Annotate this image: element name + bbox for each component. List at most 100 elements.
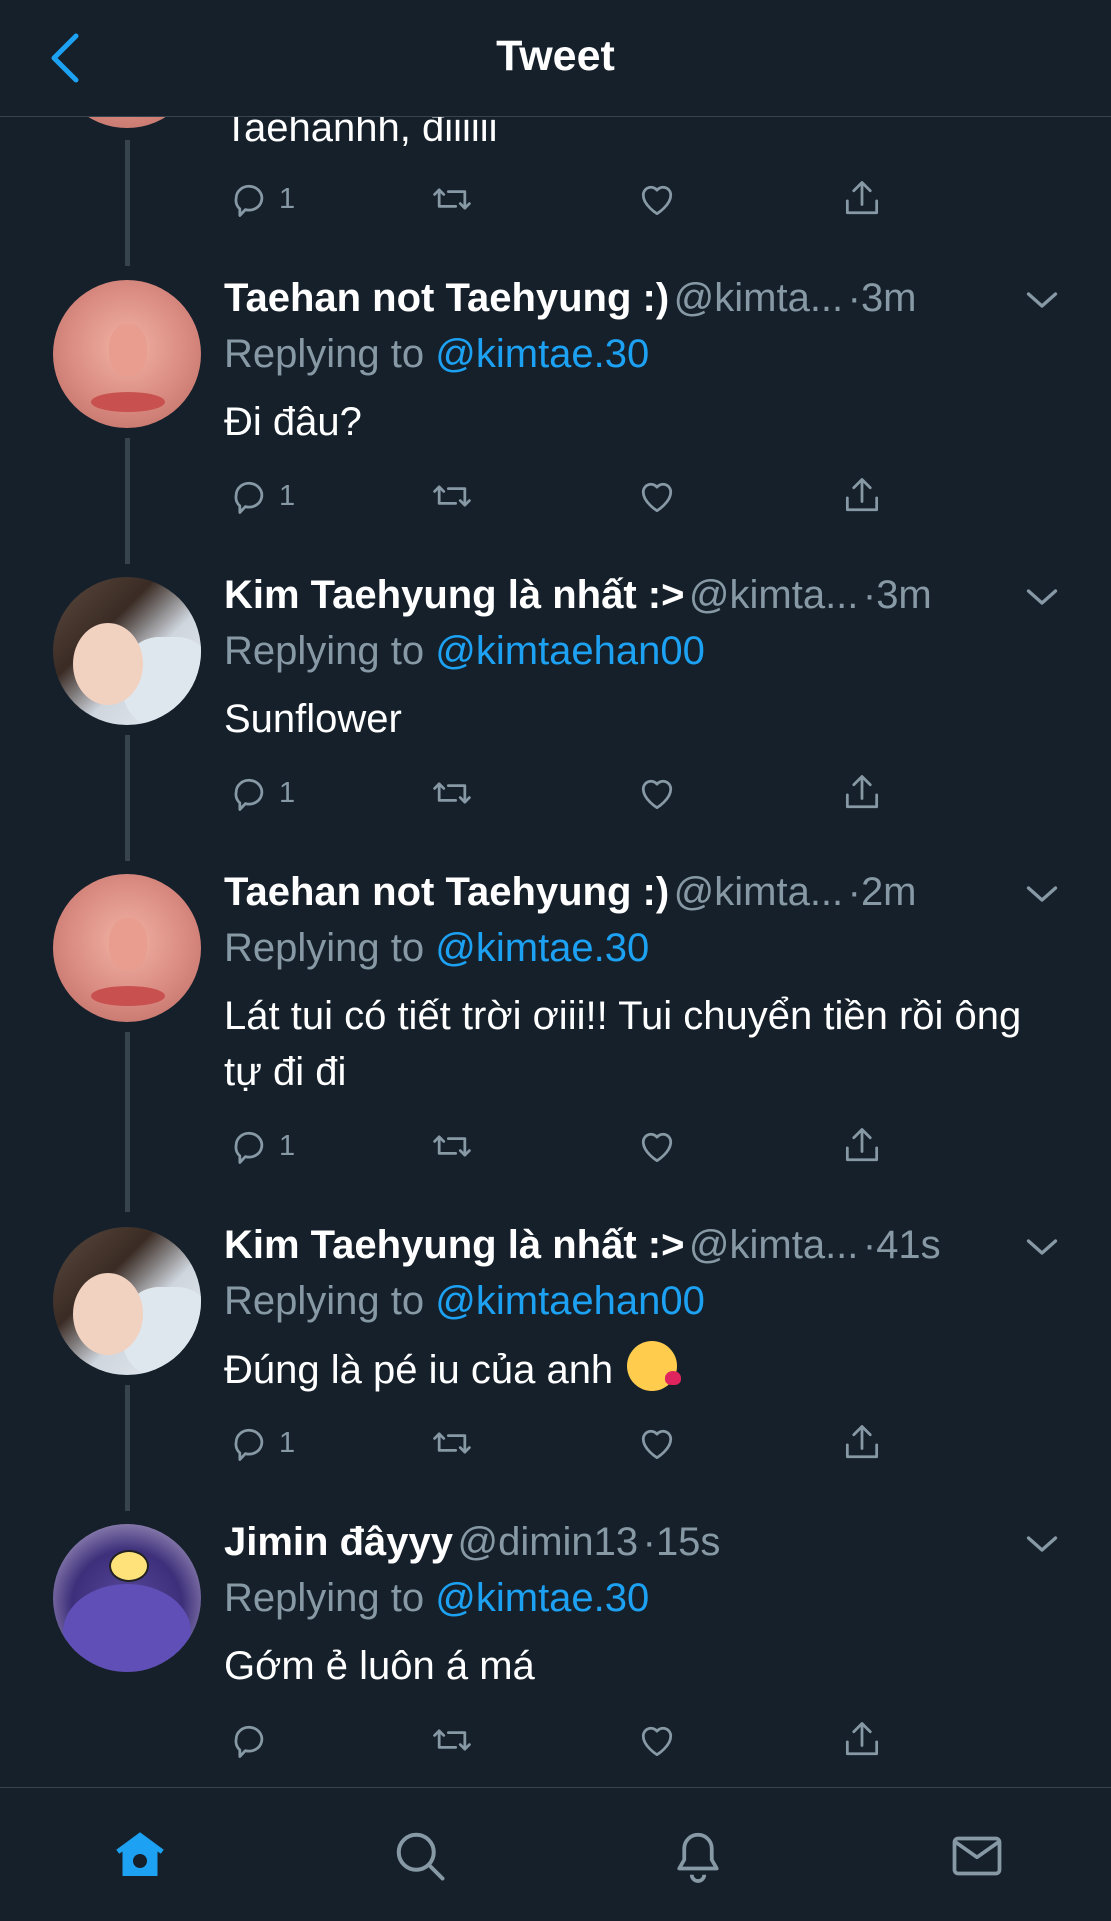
avatar[interactable] (53, 577, 201, 725)
reply-icon (227, 1124, 271, 1168)
mail-icon (952, 1836, 1002, 1876)
like-button[interactable] (635, 1122, 679, 1170)
share-button[interactable] (840, 175, 884, 223)
separator-dot: · (847, 276, 861, 320)
retweet-icon (430, 771, 474, 815)
reply-button[interactable]: 1 (227, 769, 295, 817)
share-button[interactable] (840, 769, 884, 817)
top-navigation-bar: Tweet (0, 0, 1111, 117)
share-icon (840, 177, 884, 221)
thread-connector (125, 140, 130, 266)
reply-count: 1 (279, 182, 296, 215)
bottom-tab-bar (0, 1787, 1111, 1921)
avatar[interactable] (53, 1227, 201, 1375)
reply-count: 1 (279, 1426, 296, 1459)
replying-to-link[interactable]: @kimtae.30 (435, 926, 649, 970)
username[interactable]: @kimta... (674, 870, 844, 914)
reply-button[interactable]: 1 (227, 472, 295, 520)
share-icon (840, 1718, 884, 1762)
share-button[interactable] (840, 472, 884, 520)
thread-connector (125, 438, 130, 564)
retweet-button[interactable] (430, 175, 474, 223)
chevron-down-icon[interactable] (1024, 288, 1060, 312)
tab-search[interactable] (390, 1826, 450, 1886)
retweet-button[interactable] (430, 769, 474, 817)
avatar[interactable] (53, 280, 201, 428)
reply-button[interactable] (227, 1716, 279, 1764)
replying-to: Replying to @kimtae.30 (224, 326, 649, 382)
reply-count: 1 (279, 479, 296, 512)
heart-icon (635, 1124, 679, 1168)
tab-home[interactable] (110, 1826, 170, 1886)
username[interactable]: @kimta... (689, 1223, 859, 1267)
reply-icon (227, 177, 271, 221)
separator-dot: · (642, 1520, 656, 1564)
tweet-header: Kim Taehyung là nhất :> @kimta... ·41s (224, 1215, 1069, 1275)
reply-button[interactable]: 1 (227, 175, 295, 223)
timestamp: 2m (860, 870, 917, 914)
replying-to-link[interactable]: @kimtae.30 (435, 1576, 649, 1620)
chevron-down-icon[interactable] (1024, 585, 1060, 609)
heart-icon (635, 177, 679, 221)
username[interactable]: @kimta... (674, 276, 844, 320)
replying-to-link[interactable]: @kimtae.30 (435, 332, 649, 376)
avatar[interactable] (53, 874, 201, 1022)
heart-icon (635, 1421, 679, 1465)
tweet-text: Gớm ẻ luôn á má (224, 1644, 535, 1688)
tweet-thread[interactable]: Taehanhh, điiiiii 1 Taehan not Taehyung … (0, 0, 1111, 1787)
chevron-down-icon[interactable] (1024, 1532, 1060, 1556)
replying-to: Replying to @kimtaehan00 (224, 1273, 705, 1329)
replying-to-link[interactable]: @kimtaehan00 (435, 629, 705, 673)
avatar[interactable] (53, 1524, 201, 1672)
reply-icon (227, 1718, 271, 1762)
display-name[interactable]: Taehan not Taehyung :) (224, 870, 669, 914)
heart-icon (635, 474, 679, 518)
reply-icon (227, 1421, 271, 1465)
like-button[interactable] (635, 769, 679, 817)
replying-prefix: Replying to (224, 629, 425, 673)
share-icon (840, 1421, 884, 1465)
share-button[interactable] (840, 1122, 884, 1170)
display-name[interactable]: Jimin đâyyy (224, 1520, 453, 1564)
share-button[interactable] (840, 1716, 884, 1764)
tweet-header: Taehan not Taehyung :) @kimta... ·3m (224, 268, 1069, 328)
share-icon (840, 771, 884, 815)
timestamp: 41s (876, 1223, 941, 1267)
replying-to: Replying to @kimtaehan00 (224, 623, 705, 679)
tweet-text: Đúng là pé iu của anh (224, 1341, 1044, 1398)
tweet-text: Sunflower (224, 697, 402, 741)
retweet-button[interactable] (430, 1122, 474, 1170)
share-icon (840, 1124, 884, 1168)
chevron-down-icon[interactable] (1024, 882, 1060, 906)
display-name[interactable]: Kim Taehyung là nhất :> (224, 1223, 684, 1267)
username[interactable]: @dimin13 (457, 1520, 638, 1564)
retweet-button[interactable] (430, 472, 474, 520)
retweet-button[interactable] (430, 1419, 474, 1467)
home-icon (116, 1832, 164, 1876)
tab-messages[interactable] (947, 1826, 1007, 1886)
replying-to: Replying to @kimtae.30 (224, 1570, 649, 1626)
display-name[interactable]: Kim Taehyung là nhất :> (224, 573, 684, 617)
username[interactable]: @kimta... (689, 573, 859, 617)
retweet-icon (430, 1421, 474, 1465)
heart-icon (635, 771, 679, 815)
like-button[interactable] (635, 472, 679, 520)
like-button[interactable] (635, 1716, 679, 1764)
tab-notifications[interactable] (668, 1826, 728, 1886)
retweet-button[interactable] (430, 1716, 474, 1764)
like-button[interactable] (635, 1419, 679, 1467)
separator-dot: · (862, 573, 877, 617)
like-button[interactable] (635, 175, 679, 223)
reply-icon (227, 771, 271, 815)
reply-button[interactable]: 1 (227, 1419, 295, 1467)
retweet-icon (430, 177, 474, 221)
chevron-down-icon[interactable] (1024, 1235, 1060, 1259)
timestamp: 15s (655, 1520, 721, 1564)
separator-dot: · (847, 870, 861, 914)
share-button[interactable] (840, 1419, 884, 1467)
display-name[interactable]: Taehan not Taehyung :) (224, 276, 669, 320)
retweet-icon (430, 474, 474, 518)
reply-icon (227, 474, 271, 518)
replying-to-link[interactable]: @kimtaehan00 (435, 1279, 705, 1323)
reply-button[interactable]: 1 (227, 1122, 295, 1170)
